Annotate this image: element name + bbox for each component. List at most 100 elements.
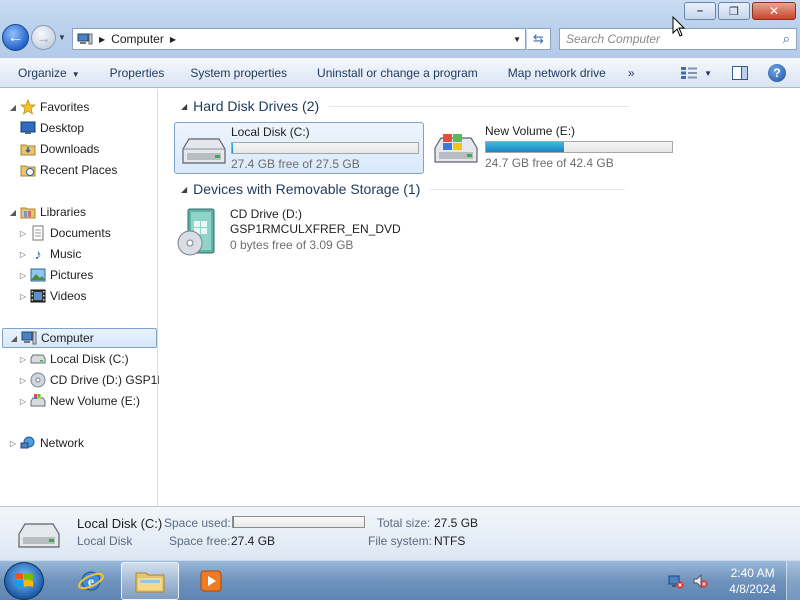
- drive-volume-label: GSP1RMCULXFRER_EN_DVD: [230, 222, 401, 236]
- drive-usage-bar: [485, 141, 673, 153]
- back-button[interactable]: ←: [2, 24, 29, 51]
- cd-drive-icon: [177, 208, 215, 256]
- sidebar-item-downloads[interactable]: Downloads: [18, 139, 99, 159]
- documents-icon: [30, 225, 46, 241]
- sidebar-item-computer[interactable]: ◢ Computer: [2, 328, 157, 348]
- collapse-icon[interactable]: ◢: [181, 185, 187, 194]
- drive-tile-local-disk[interactable]: Local Disk (C:) 27.4 GB free of 27.5 GB: [174, 122, 424, 174]
- expand-icon[interactable]: ▷: [18, 397, 28, 406]
- expand-icon[interactable]: ▷: [18, 355, 28, 364]
- map-network-drive-button[interactable]: Map network drive: [508, 66, 606, 80]
- taskbar-windows-explorer[interactable]: [121, 562, 179, 600]
- refresh-button[interactable]: ⇆: [527, 28, 551, 50]
- collapse-icon[interactable]: ◢: [8, 208, 18, 217]
- minimize-icon: –: [696, 5, 704, 17]
- sidebar-item-cd-drive[interactable]: ▷ CD Drive (D:) GSP1R: [18, 370, 166, 390]
- close-button[interactable]: ✕: [752, 2, 796, 20]
- more-commands-button[interactable]: »: [628, 66, 635, 80]
- group-header-hard-disks[interactable]: ◢ Hard Disk Drives (2): [181, 98, 630, 114]
- collapse-icon[interactable]: ◢: [9, 334, 19, 343]
- group-divider: [430, 188, 626, 190]
- taskbar-internet-explorer[interactable]: e: [62, 562, 120, 600]
- group-divider: [329, 105, 630, 107]
- address-dropdown-icon[interactable]: ▼: [513, 35, 521, 44]
- sidebar-item-label: Computer: [41, 331, 94, 345]
- sidebar-item-label: Downloads: [40, 142, 100, 156]
- sidebar-item-documents[interactable]: ▷ Documents: [18, 223, 111, 243]
- drive-free-space: 24.7 GB free of 42.4 GB: [485, 156, 614, 170]
- back-arrow-icon: ←: [7, 28, 24, 46]
- total-size-label: Total size:: [377, 516, 431, 530]
- group-title: Devices with Removable Storage (1): [193, 181, 421, 197]
- sidebar-item-favorites[interactable]: ◢ Favorites: [8, 97, 89, 117]
- sidebar-item-desktop[interactable]: Desktop: [18, 118, 84, 138]
- collapse-icon[interactable]: ◢: [8, 103, 18, 112]
- drive-tile-cd[interactable]: CD Drive (D:) GSP1RMCULXFRER_EN_DVD 0 by…: [174, 204, 424, 260]
- help-icon[interactable]: ?: [768, 64, 786, 82]
- computer-icon: [77, 33, 93, 45]
- sidebar-item-recent-places[interactable]: Recent Places: [18, 160, 117, 180]
- sidebar-item-new-volume[interactable]: ▷ New Volume (E:): [18, 391, 140, 411]
- forward-button[interactable]: →: [31, 25, 56, 50]
- system-clock[interactable]: 2:40 AM 4/8/2024: [729, 565, 776, 597]
- expand-icon[interactable]: ▷: [18, 271, 28, 280]
- pictures-icon: [30, 267, 46, 283]
- sidebar-item-music[interactable]: ▷ ♪ Music: [18, 244, 81, 264]
- properties-button[interactable]: Properties: [110, 66, 165, 80]
- system-properties-button[interactable]: System properties: [190, 66, 287, 80]
- search-icon[interactable]: ⌕: [783, 31, 790, 47]
- recent-pages-dropdown[interactable]: ▼: [58, 33, 66, 42]
- show-desktop-button[interactable]: [786, 561, 800, 600]
- space-free-label: Space free:: [169, 534, 231, 548]
- space-used-fill: [233, 517, 234, 527]
- drive-free-space: 0 bytes free of 3.09 GB: [230, 238, 354, 252]
- music-icon: ♪: [34, 246, 42, 262]
- sidebar-item-network[interactable]: ▷ Network: [8, 433, 84, 453]
- breadcrumb-arrow-icon[interactable]: ▶: [170, 35, 176, 44]
- file-system-value: NTFS: [434, 534, 466, 548]
- window-controls: – ❐ ✕: [682, 2, 796, 20]
- breadcrumb-arrow-icon[interactable]: ▶: [99, 35, 105, 44]
- collapse-icon[interactable]: ◢: [181, 102, 187, 111]
- windows-drive-icon: [434, 134, 478, 163]
- view-controls: ▼ ?: [680, 58, 800, 88]
- start-button[interactable]: [4, 562, 44, 600]
- sidebar-item-pictures[interactable]: ▷ Pictures: [18, 265, 93, 285]
- volume-muted-icon[interactable]: [692, 573, 708, 589]
- sidebar-item-videos[interactable]: ▷ Videos: [18, 286, 87, 306]
- change-view-icon[interactable]: [680, 66, 698, 80]
- view-options-dropdown[interactable]: ▼: [704, 69, 712, 78]
- preview-pane-icon[interactable]: [732, 66, 748, 80]
- sidebar-item-label: Libraries: [40, 205, 87, 219]
- organize-menu[interactable]: Organize ▼: [18, 66, 80, 80]
- expand-icon[interactable]: ▷: [18, 292, 28, 301]
- network-status-icon[interactable]: [668, 573, 684, 589]
- expand-icon[interactable]: ▷: [8, 439, 18, 448]
- downloads-folder-icon: [20, 141, 36, 157]
- folder-icon: [135, 572, 165, 593]
- expand-icon[interactable]: ▷: [18, 250, 28, 259]
- drive-tile-new-volume[interactable]: New Volume (E:) 24.7 GB free of 42.4 GB: [429, 122, 679, 174]
- breadcrumb-computer[interactable]: Computer: [111, 32, 164, 46]
- taskbar-media-player[interactable]: [182, 562, 240, 600]
- sidebar-item-local-disk[interactable]: ▷ Local Disk (C:): [18, 349, 129, 369]
- group-header-removable[interactable]: ◢ Devices with Removable Storage (1): [181, 181, 626, 197]
- sidebar-item-libraries[interactable]: ◢ Libraries: [8, 202, 86, 222]
- space-used-bar: [232, 516, 365, 528]
- uninstall-program-button[interactable]: Uninstall or change a program: [317, 66, 478, 80]
- clock-date: 4/8/2024: [729, 582, 776, 596]
- restore-icon: ❐: [729, 5, 739, 18]
- maximize-button[interactable]: ❐: [718, 2, 750, 20]
- expand-icon[interactable]: ▷: [18, 229, 28, 238]
- drive-usage-fill: [486, 142, 565, 152]
- expand-icon[interactable]: ▷: [18, 376, 28, 385]
- organize-label: Organize: [18, 65, 67, 80]
- drive-usage-bar: [231, 142, 419, 154]
- minimize-button[interactable]: –: [684, 2, 716, 20]
- desktop-icon: [20, 120, 36, 136]
- address-bar[interactable]: ▶ Computer ▶ ▼: [72, 28, 526, 50]
- drive-name: CD Drive (D:): [230, 207, 302, 221]
- drive-free-space: 27.4 GB free of 27.5 GB: [231, 157, 360, 171]
- drive-usage-fill: [232, 143, 233, 153]
- cd-drive-icon: [30, 372, 46, 388]
